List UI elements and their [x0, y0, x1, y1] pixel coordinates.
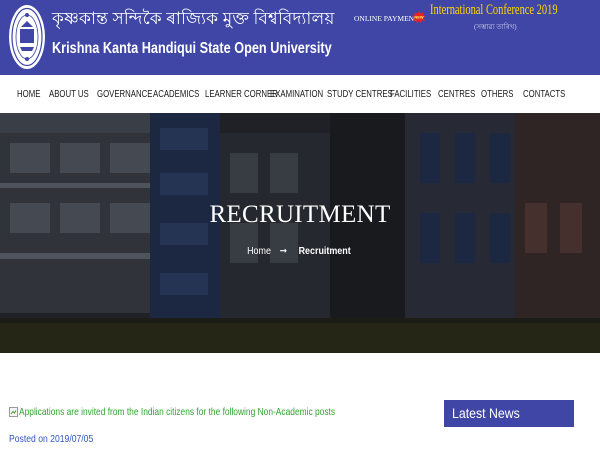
page-banner: RECRUITMENT Home ➞ Recruitment — [0, 113, 600, 353]
broken-image-icon — [9, 407, 18, 417]
nav-item-centres[interactable]: CENTRES — [438, 89, 475, 100]
university-logo-icon[interactable] — [8, 3, 46, 71]
latest-news-title: Latest News — [452, 405, 520, 421]
nav-item-governance[interactable]: GOVERNANCE — [97, 89, 152, 100]
new-badge-icon: NEW — [412, 11, 426, 23]
online-payment-link[interactable]: ONLINE PAYMENT — [354, 14, 419, 23]
nav-item-study-centres[interactable]: STUDY CENTRES — [327, 89, 393, 100]
conference-link[interactable]: International Conference 2019 — [430, 2, 558, 19]
page-title: RECRUITMENT — [209, 201, 391, 228]
new-badge-text: NEW — [414, 15, 424, 20]
university-name-native: কৃষ্ণকান্ত সন্দিকৈ ৰাজ্যিক মুক্ত বিশ্ববি… — [52, 9, 335, 28]
main-navigation: HOME ABOUT US GOVERNANCE ACADEMICS LEARN… — [0, 75, 600, 113]
nav-item-others[interactable]: OTHERS — [481, 89, 514, 100]
nav-item-home[interactable]: HOME — [17, 89, 40, 100]
posted-date: Posted on 2019/07/05 — [9, 433, 94, 445]
nav-item-contacts[interactable]: CONTACTS — [523, 89, 565, 100]
breadcrumb-current: Recruitment — [298, 245, 351, 257]
breadcrumb: Home ➞ Recruitment — [0, 245, 600, 257]
recruitment-notice-link[interactable]: Applications are invited from the Indian… — [19, 406, 335, 418]
campus-building-photo — [0, 113, 600, 353]
site-header: কৃষ্ণকান্ত সন্দিকৈ ৰাজ্যিক মুক্ত বিশ্ববি… — [0, 0, 600, 75]
nav-item-facilities[interactable]: FACILITIES — [390, 89, 431, 100]
nav-item-about-us[interactable]: ABOUT US — [49, 89, 89, 100]
nav-item-examination[interactable]: EXAMINATION — [270, 89, 323, 100]
breadcrumb-home[interactable]: Home — [247, 245, 271, 257]
breadcrumb-arrow-icon: ➞ — [279, 245, 288, 257]
conference-subtitle: (সম্ভাৱ্য তাৰিখ) — [474, 23, 517, 31]
latest-news-header: Latest News — [444, 400, 574, 427]
recruitment-notice: Applications are invited from the Indian… — [9, 406, 414, 418]
nav-item-learner-corner[interactable]: LEARNER CORNER — [205, 89, 278, 100]
university-name-english: Krishna Kanta Handiqui State Open Univer… — [52, 40, 332, 57]
nav-item-academics[interactable]: ACADEMICS — [153, 89, 199, 100]
